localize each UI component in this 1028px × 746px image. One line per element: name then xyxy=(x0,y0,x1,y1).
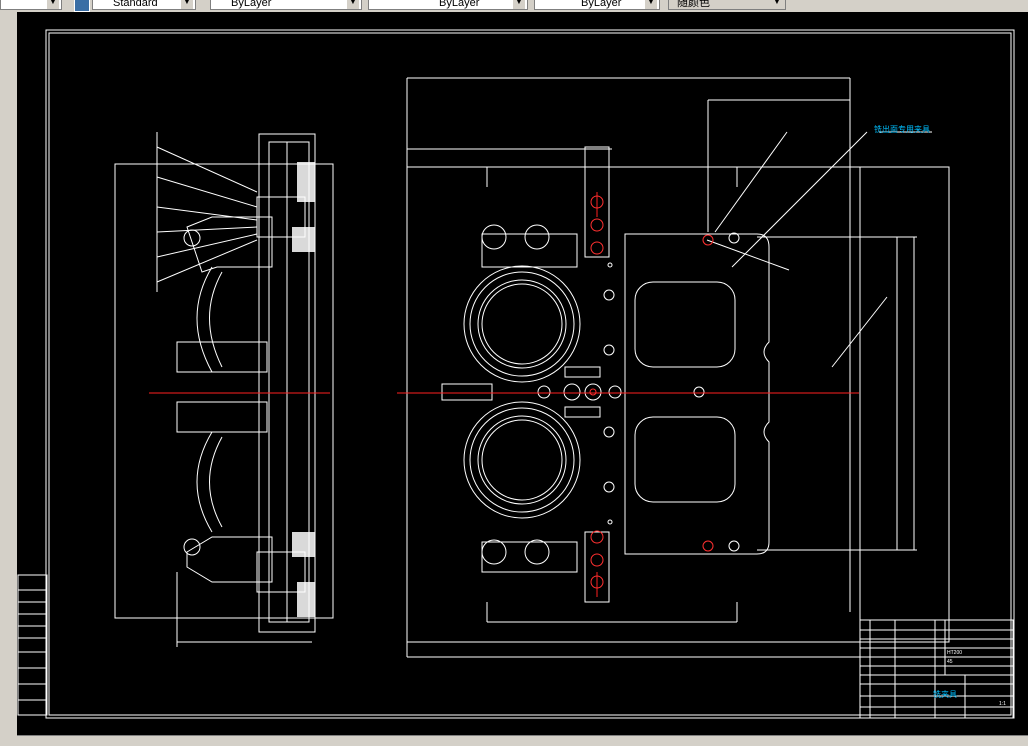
scale-value: 1:1 xyxy=(999,701,1006,707)
lineweight-combo[interactable]: ByLayer ▼ xyxy=(534,0,660,10)
linetype-combo[interactable]: ByLayer ▼ xyxy=(368,0,528,10)
title-block xyxy=(859,619,1014,719)
inner-frame xyxy=(48,32,1012,716)
chevron-down-icon: ▼ xyxy=(771,0,783,9)
color-combo[interactable]: 随颜色 ▼ xyxy=(668,0,786,10)
horizontal-scrollbar[interactable] xyxy=(17,735,1028,746)
linetype-value: ByLayer xyxy=(439,0,480,9)
text-style-combo[interactable]: Standard ▼ xyxy=(92,0,196,10)
chevron-down-icon: ▼ xyxy=(513,0,525,9)
cad-drawing: 铣出面专用夹具 铣夹具 45 HT200 1:1 xyxy=(17,29,1015,719)
text-style-icon[interactable] xyxy=(74,0,90,12)
fixture-title-label: 铣出面专用夹具 xyxy=(874,124,930,134)
left-title-strip xyxy=(17,574,48,716)
chevron-down-icon: ▼ xyxy=(181,0,193,9)
text-style-value: Standard xyxy=(113,0,158,9)
chevron-down-icon: ▼ xyxy=(47,0,59,9)
title-block-name: 铣夹具 xyxy=(933,689,957,699)
outer-frame xyxy=(45,29,1015,719)
side-view xyxy=(114,132,334,647)
drawing-canvas[interactable]: 铣出面专用夹具 铣夹具 45 HT200 1:1 xyxy=(17,12,1028,735)
layer-value: ByLayer xyxy=(231,0,272,9)
material-ht200: HT200 xyxy=(947,650,962,656)
chevron-down-icon: ▼ xyxy=(645,0,657,9)
color-value: 随颜色 xyxy=(677,0,710,9)
left-panel-edge xyxy=(0,12,18,745)
chevron-down-icon: ▼ xyxy=(347,0,359,9)
center-lines xyxy=(149,192,859,597)
material-45: 45 xyxy=(947,659,953,665)
lineweight-value: ByLayer xyxy=(581,0,622,9)
locating-holes xyxy=(589,195,714,589)
layer-combo[interactable]: ByLayer ▼ xyxy=(210,0,362,10)
prev-combo[interactable]: ▼ xyxy=(0,0,62,10)
main-view xyxy=(441,146,770,603)
